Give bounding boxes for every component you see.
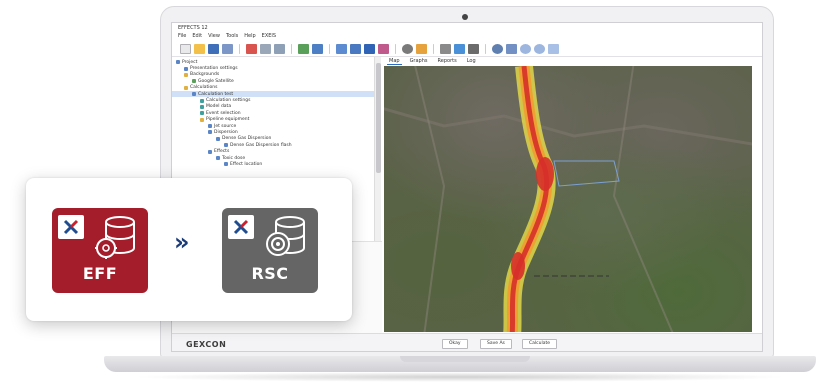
menu-exeis[interactable]: EXEIS (262, 33, 276, 40)
toolbar-separator (395, 43, 396, 54)
save-icon[interactable] (208, 43, 219, 54)
x-logo-icon (58, 215, 84, 239)
toolbar-separator (433, 43, 434, 54)
menu-bar: File Edit View Tools Help EXEIS (172, 32, 762, 41)
window-title: EFFECTS 12 (178, 25, 208, 31)
zoom-out-icon[interactable] (534, 43, 545, 54)
model-icon (208, 124, 212, 129)
toolbar (172, 41, 762, 57)
open-folder-icon[interactable] (194, 43, 205, 54)
settings-icon (184, 66, 188, 71)
double-chevron-right-icon: » (174, 228, 190, 256)
chart-icon[interactable] (378, 43, 389, 54)
new-file-icon[interactable] (180, 43, 191, 54)
menu-help[interactable]: Help (244, 33, 255, 40)
eff-label: EFF (82, 264, 118, 283)
tab-reports[interactable]: Reports (436, 58, 459, 65)
panel-icon[interactable] (364, 43, 375, 54)
paste-icon[interactable] (274, 43, 285, 54)
map-tabs: Map Graphs Reports Log (384, 57, 762, 66)
dispersion-overlay (384, 66, 752, 332)
export-icon[interactable] (548, 43, 559, 54)
gexcon-logo: GEXCON (186, 340, 227, 349)
window-icon[interactable] (350, 43, 361, 54)
database-ring-icon (266, 216, 305, 256)
folder-icon (184, 85, 188, 90)
camera-icon (462, 14, 468, 20)
status-bar: GEXCON Okay Save As Calculate (172, 333, 762, 351)
database-gear-icon (95, 216, 135, 259)
folder-icon (200, 117, 204, 122)
satellite-map[interactable] (384, 66, 752, 332)
model-icon (216, 136, 220, 141)
add-model-icon[interactable] (298, 43, 309, 54)
menu-edit[interactable]: Edit (192, 33, 202, 40)
okay-button[interactable]: Okay (442, 339, 468, 349)
model-icon (208, 130, 212, 135)
crosshair-icon[interactable] (402, 43, 413, 54)
toolbar-separator (291, 43, 292, 54)
calculation-icon (192, 92, 196, 97)
x-logo-icon (228, 215, 254, 239)
toolbar-separator (329, 43, 330, 54)
save-all-icon[interactable] (222, 43, 233, 54)
layout-icon[interactable] (336, 43, 347, 54)
map-icon (192, 79, 196, 84)
measure-icon[interactable] (468, 43, 479, 54)
rsc-file-tile: RSC (222, 208, 318, 293)
copy-icon[interactable] (260, 43, 271, 54)
tree-item[interactable]: Effect location (172, 161, 374, 167)
toolbar-separator (239, 43, 240, 54)
zoom-in-icon[interactable] (520, 43, 531, 54)
rsc-label: RSC (251, 264, 289, 283)
tab-log[interactable]: Log (465, 58, 478, 65)
scroll-thumb[interactable] (376, 63, 381, 173)
settings-icon (200, 98, 204, 103)
marketing-stage: EFFECTS 12 File Edit View Tools Help EXE… (0, 0, 820, 390)
menu-tools[interactable]: Tools (226, 33, 238, 40)
tab-map[interactable]: Map (387, 58, 402, 65)
model-icon (224, 143, 228, 148)
cut-icon[interactable] (246, 43, 257, 54)
menu-file[interactable]: File (178, 33, 186, 40)
tab-graphs[interactable]: Graphs (408, 58, 430, 65)
tree-model-icon[interactable] (312, 43, 323, 54)
eff-file-tile: EFF (52, 208, 148, 293)
folder-icon (184, 72, 188, 77)
event-icon (200, 111, 204, 116)
laptop-shadow (130, 372, 790, 382)
calculate-button[interactable]: Calculate (522, 339, 558, 349)
fit-view-icon[interactable] (506, 43, 517, 54)
folder-icon (176, 60, 180, 65)
menu-view[interactable]: View (208, 33, 220, 40)
model-icon (224, 162, 228, 167)
data-icon (200, 104, 204, 109)
model-icon (216, 156, 220, 161)
tree-scrollbar[interactable] (374, 57, 381, 241)
save-as-button[interactable]: Save As (480, 339, 512, 349)
grid-icon[interactable] (440, 43, 451, 54)
laptop-notch (400, 356, 530, 362)
map-layer-icon[interactable] (454, 43, 465, 54)
zoom-icon[interactable] (492, 43, 503, 54)
toolbar-separator (485, 43, 486, 54)
pencil-icon[interactable] (416, 43, 427, 54)
model-icon (208, 149, 212, 154)
